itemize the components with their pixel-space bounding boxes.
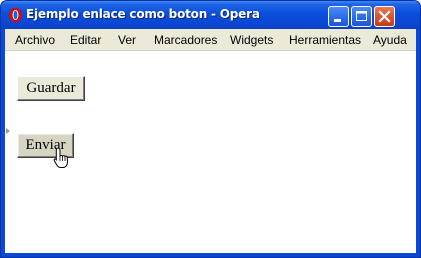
menu-herramientas[interactable]: Herramientas xyxy=(289,33,361,47)
menu-editar[interactable]: Editar xyxy=(70,33,101,47)
title-bar[interactable]: Ejemplo enlace como boton - Opera xyxy=(1,1,420,29)
maximize-icon xyxy=(356,11,367,21)
minimize-icon xyxy=(334,19,341,22)
client-area: Archivo Editar Ver Marcadores Widgets He… xyxy=(5,29,416,253)
menu-archivo[interactable]: Archivo xyxy=(15,33,55,47)
menu-marcadores[interactable]: Marcadores xyxy=(154,33,217,47)
menu-ver[interactable]: Ver xyxy=(118,33,136,47)
window-title: Ejemplo enlace como boton - Opera xyxy=(26,7,260,21)
guardar-button[interactable]: Guardar xyxy=(17,76,85,101)
maximize-button[interactable] xyxy=(351,6,372,27)
edge-arrow-icon xyxy=(6,128,10,134)
menu-bar: Archivo Editar Ver Marcadores Widgets He… xyxy=(5,29,416,51)
close-button[interactable] xyxy=(374,6,395,27)
close-icon xyxy=(378,10,391,23)
hand-cursor-icon xyxy=(53,147,69,168)
menu-widgets[interactable]: Widgets xyxy=(230,33,273,47)
minimize-button[interactable] xyxy=(328,6,349,27)
browser-window: Ejemplo enlace como boton - Opera Archiv… xyxy=(0,0,421,258)
menu-ayuda[interactable]: Ayuda xyxy=(373,33,407,47)
opera-logo-icon xyxy=(9,7,22,23)
